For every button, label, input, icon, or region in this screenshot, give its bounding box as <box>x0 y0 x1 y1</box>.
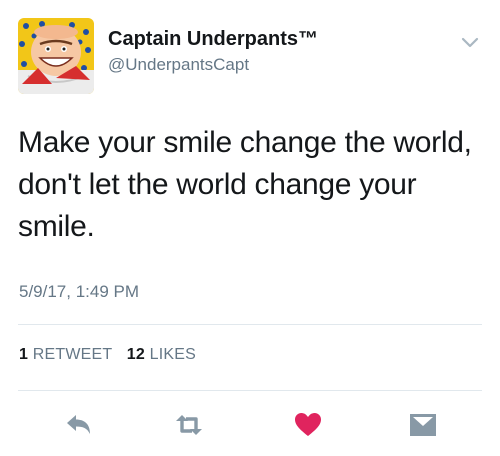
retweet-button[interactable] <box>173 410 205 440</box>
author-info: Captain Underpants™ @UnderpantsCapt <box>108 27 318 76</box>
likes-count: 12 <box>126 346 145 363</box>
display-name[interactable]: Captain Underpants™ <box>108 27 318 51</box>
engagement-stats: 1 RETWEET 12 LIKES <box>19 346 196 364</box>
likes-label: LIKES <box>149 346 196 363</box>
tweet-text: Make your smile change the world, don't … <box>18 126 472 243</box>
likes-stat[interactable]: 12 LIKES <box>127 346 196 363</box>
retweets-label: RETWEET <box>32 346 113 363</box>
captain-underpants-avatar-icon <box>18 18 94 94</box>
like-button[interactable] <box>292 410 324 440</box>
retweet-icon <box>176 415 202 435</box>
reply-icon <box>67 415 90 434</box>
direct-message-button[interactable] <box>407 410 439 440</box>
retweets-stat[interactable]: 1 RETWEET <box>19 346 112 363</box>
username-handle[interactable]: @UnderpantsCapt <box>108 54 318 76</box>
tweet-timestamp[interactable]: 5/9/17, 1:49 PM <box>19 282 139 302</box>
divider <box>18 324 482 325</box>
chevron-down-icon <box>461 37 479 48</box>
envelope-icon <box>410 414 436 436</box>
retweets-count: 1 <box>19 346 29 363</box>
more-options-button[interactable] <box>461 36 479 48</box>
avatar[interactable] <box>18 18 94 94</box>
heart-icon <box>295 413 321 436</box>
reply-button[interactable] <box>63 410 95 440</box>
divider <box>18 390 482 391</box>
